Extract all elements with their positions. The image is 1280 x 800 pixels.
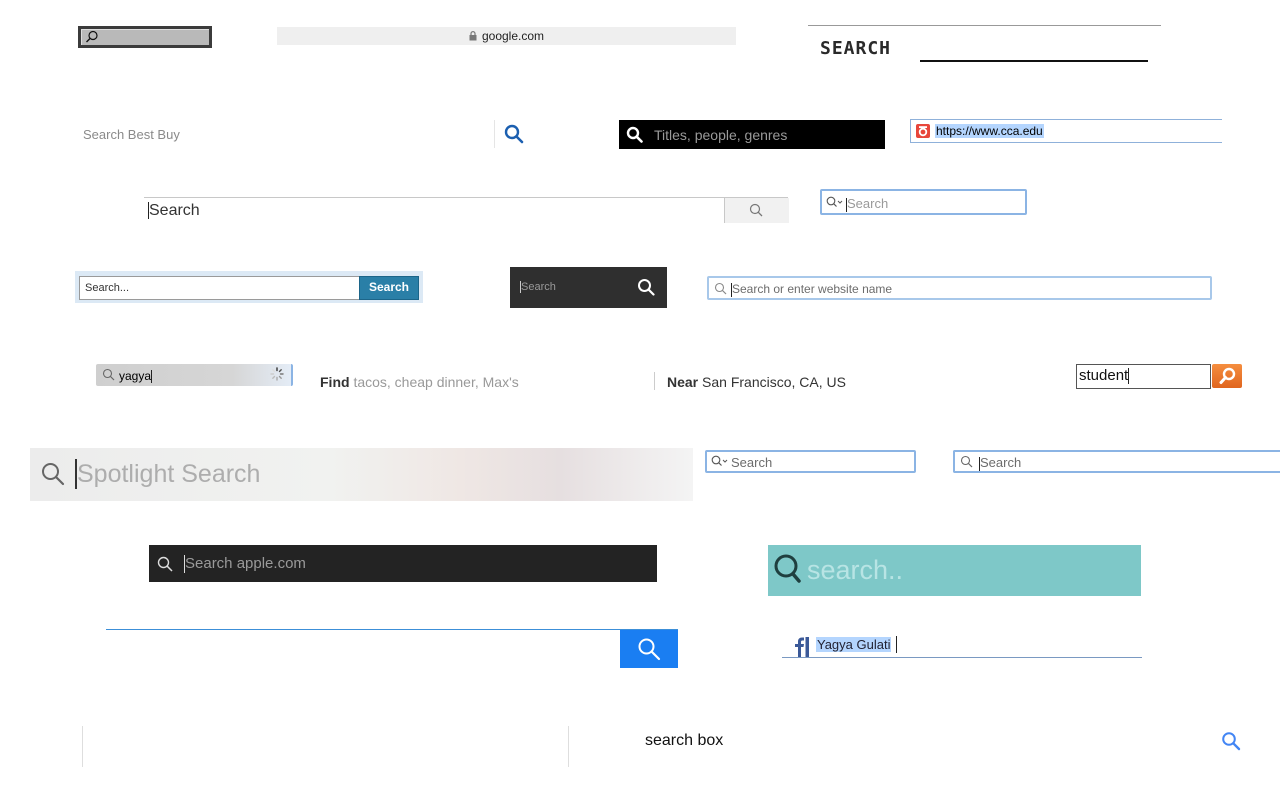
dark-search-box[interactable]: Search [510,267,667,308]
lock-icon [469,31,477,41]
search-placeholder: Search... [85,282,130,294]
search-icon [40,461,66,487]
find-field[interactable]: Find tacos, cheap dinner, Max's [320,374,519,390]
search-icon [714,282,727,295]
search-placeholder: Search [731,455,773,470]
search-placeholder: Spotlight Search [77,460,261,488]
search-label: SEARCH [820,38,892,59]
search-menu-icon[interactable] [826,196,844,208]
near-value: San Francisco, CA, US [702,374,846,390]
find-placeholder: tacos, cheap dinner, Max's [353,374,519,390]
search-input-text: student [1079,367,1130,385]
cca-logo-icon [915,123,931,139]
search-placeholder: Search Best Buy [83,127,180,142]
search-icon[interactable] [1221,731,1241,751]
underline-input[interactable] [920,60,1148,62]
spotlight-search-bar[interactable]: Spotlight Search [30,448,693,501]
form-search-box: Search... Search [75,271,423,303]
search-input-text: Search [148,202,200,220]
browser-url-bar[interactable]: google.com [277,27,736,45]
divider [654,372,655,390]
search-input[interactable]: Search... [79,276,363,300]
search-menu-icon[interactable] [711,455,729,467]
search-icon [626,126,643,143]
retro-search-box[interactable] [78,26,212,48]
search-placeholder: Search apple.com [184,555,306,574]
search-button[interactable] [724,198,789,223]
loading-search-field[interactable]: yagya [96,364,293,386]
yelp-search-bar: Find tacos, cheap dinner, Max's Near San… [320,372,880,392]
apple-search-bar[interactable]: Search apple.com [149,545,657,582]
search-icon [749,203,763,217]
google-search-box[interactable]: search box [82,726,1252,768]
search-icon [157,556,173,572]
underline-search-box[interactable] [106,629,678,668]
search-button[interactable] [1212,364,1242,388]
search-icon [102,368,115,381]
google-style-search-box[interactable]: Search [144,197,789,223]
near-field[interactable]: Near San Francisco, CA, US [667,374,846,390]
address-placeholder: Search or enter website name [731,282,893,297]
search-icon [960,455,973,468]
cca-url-bar[interactable]: https://www.cca.edu [910,119,1222,143]
search-icon[interactable] [504,124,524,144]
selected-url-text: https://www.cca.edu [935,124,1044,138]
search-placeholder: Search [979,455,1022,471]
divider [494,120,495,148]
search-icon [637,637,661,661]
search-input[interactable]: student [1076,364,1211,389]
mac-search-field[interactable]: Search [705,450,916,473]
mac-search-field-wide[interactable]: Search [953,450,1280,473]
divider [82,726,83,767]
bestbuy-search-box[interactable]: Search Best Buy [78,120,530,150]
url-text: google.com [481,29,545,43]
netflix-search-box[interactable]: Titles, people, genres [619,120,885,149]
search-icon[interactable] [637,278,655,296]
student-search-box: student [1076,364,1242,389]
safari-address-bar[interactable]: Search or enter website name [707,276,1212,300]
search-icon [85,30,99,44]
search-placeholder: Search [520,281,556,294]
search-button[interactable]: Search [359,276,419,300]
search-placeholder: search.. [807,555,904,585]
teal-search-box[interactable]: search.. [768,545,1141,596]
search-button[interactable] [620,630,678,668]
pixel-search-field[interactable]: SEARCH [808,25,1161,65]
facebook-search-box[interactable]: Yagya Gulati [782,632,1142,658]
search-icon [1219,367,1236,385]
search-input-text: search box [645,732,724,749]
spinner-icon [270,367,284,381]
search-placeholder: Titles, people, genres [654,127,788,143]
selected-search-text: Yagya Gulati [816,637,892,652]
search-placeholder: Search [846,196,889,212]
mac-search-field-focused[interactable]: Search [820,189,1027,215]
divider [568,726,569,767]
facebook-logo-icon [789,635,811,657]
search-input-text: yagya [119,369,153,384]
text-cursor [896,636,897,653]
search-icon [772,553,802,585]
